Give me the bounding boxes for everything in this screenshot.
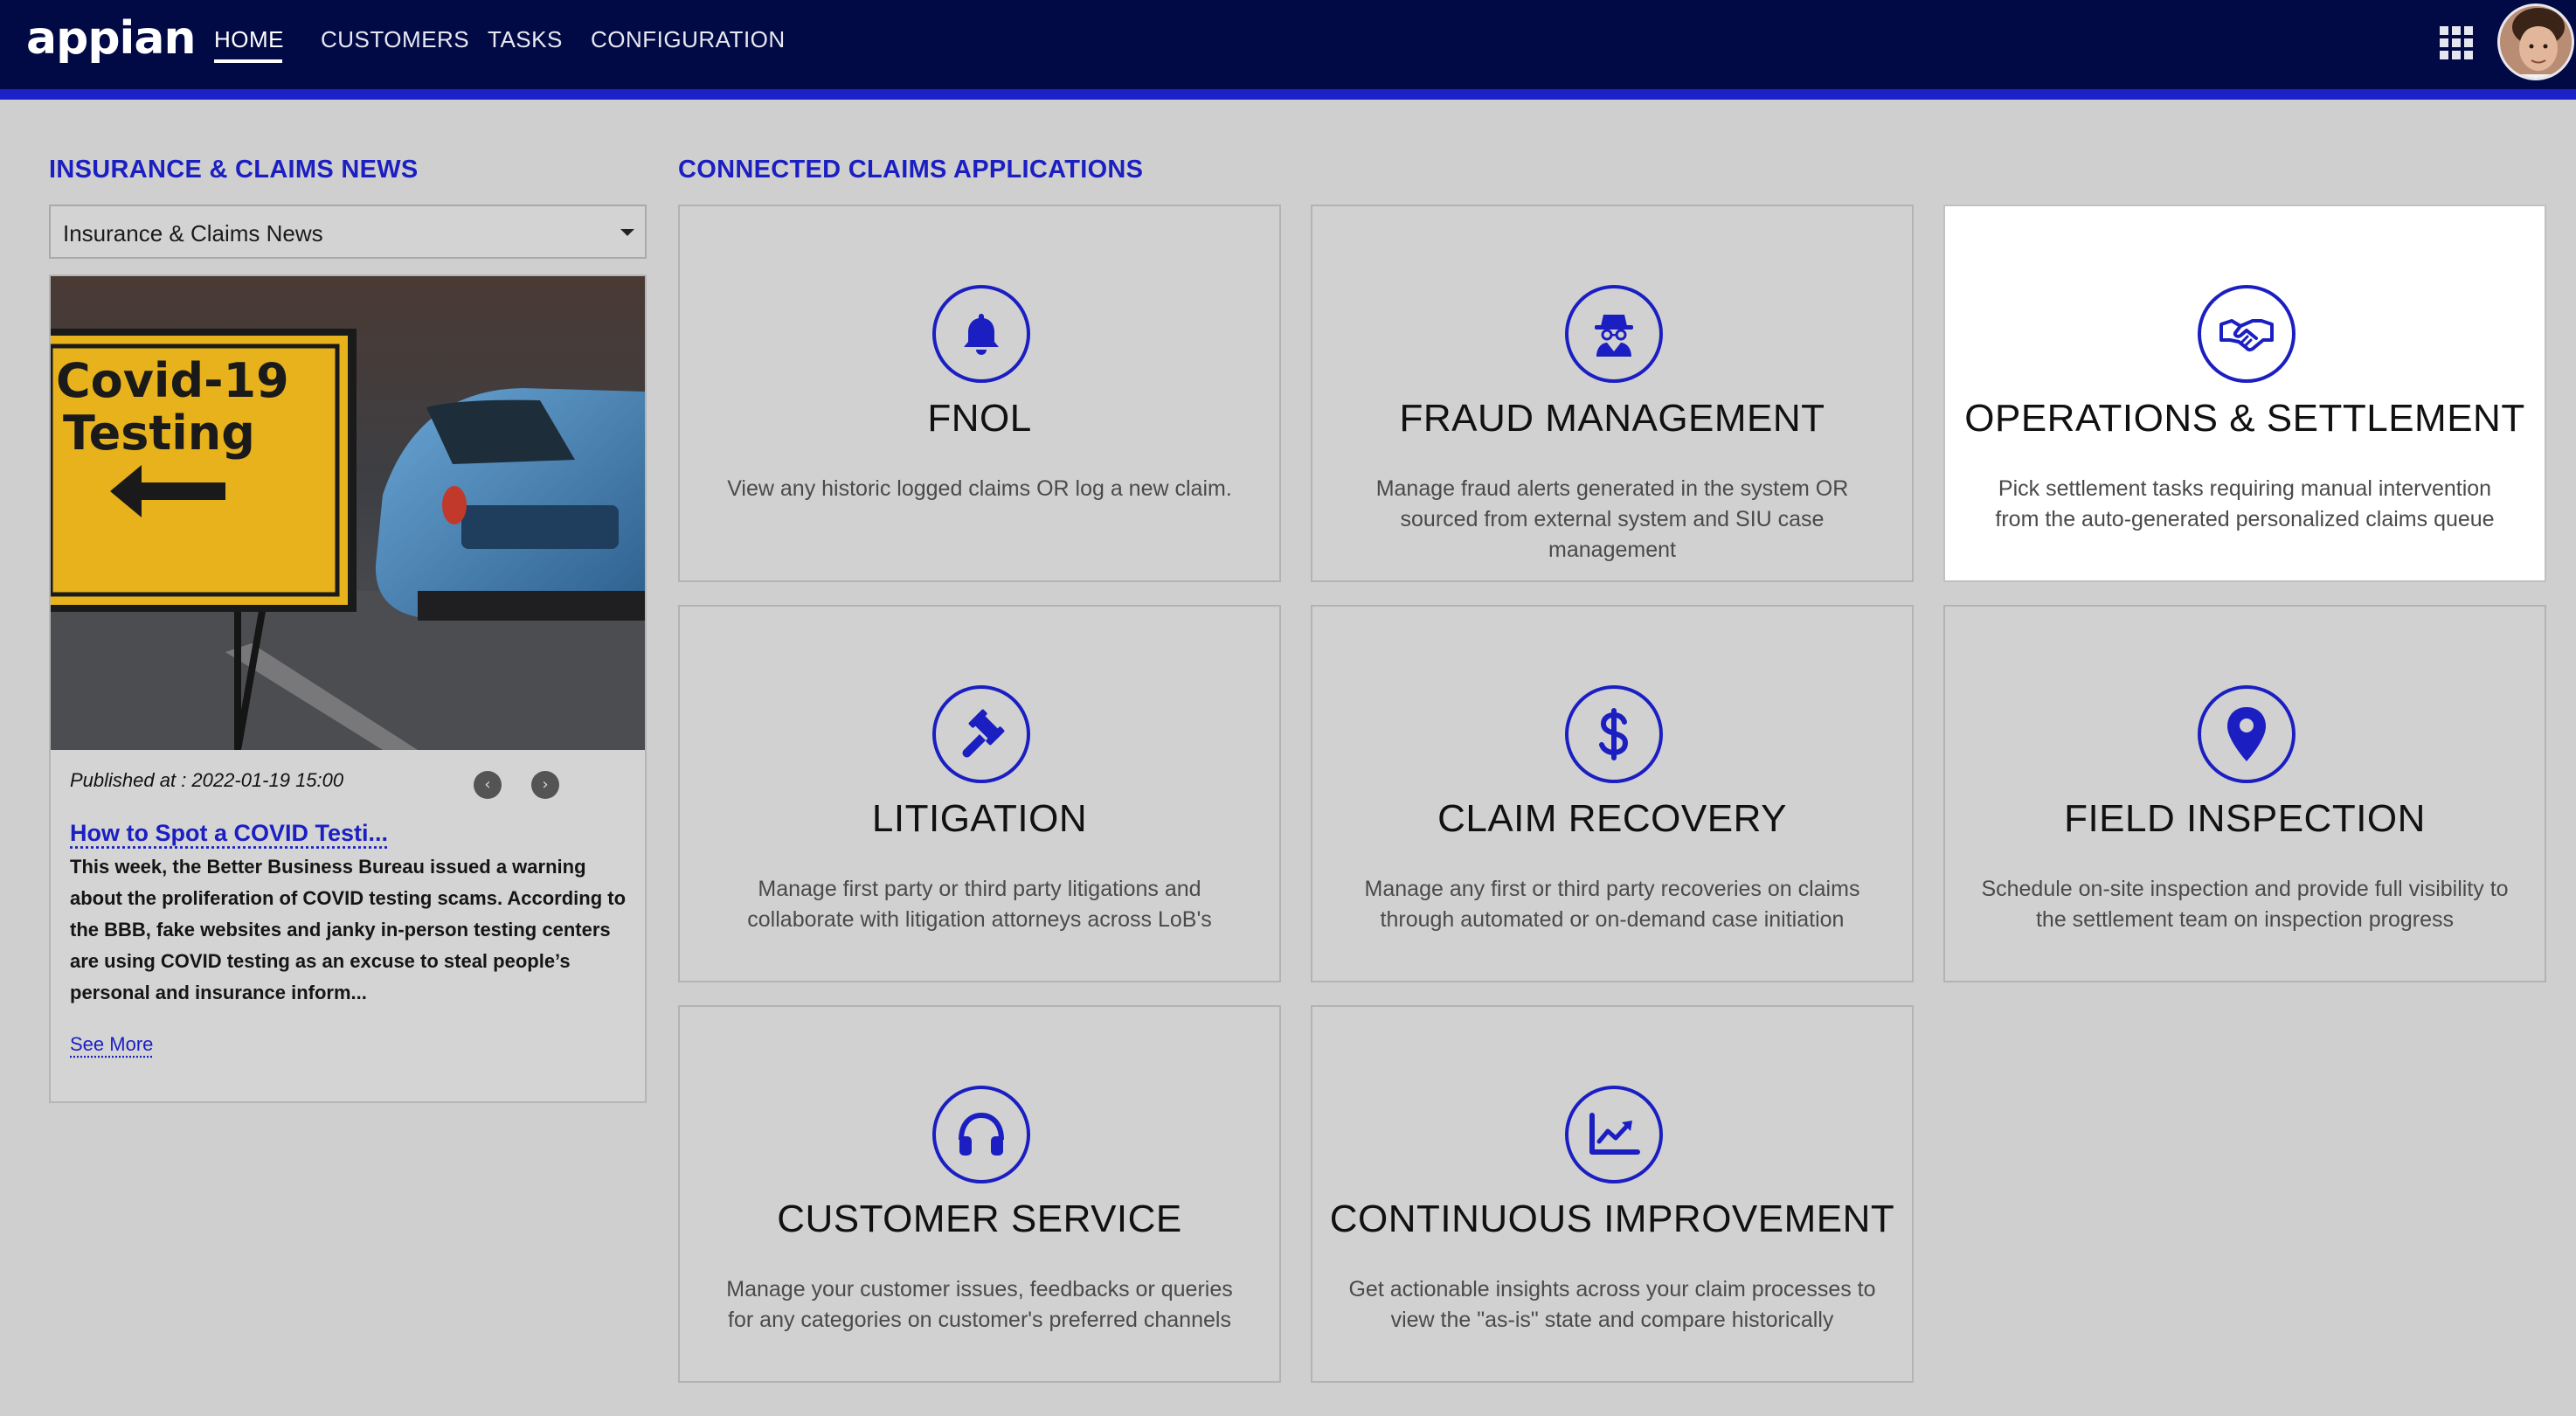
- chevron-right-icon[interactable]: ›: [531, 771, 559, 799]
- app-tile-fnol[interactable]: FNOL View any historic logged claims OR …: [678, 205, 1281, 582]
- news-section-title: INSURANCE & CLAIMS NEWS: [49, 156, 419, 184]
- tab-customers[interactable]: CUSTOMERS: [321, 26, 469, 53]
- sign-text-line-2: Testing: [63, 406, 255, 461]
- chevron-left-icon[interactable]: ‹: [474, 771, 502, 799]
- spy-icon: [1565, 285, 1663, 383]
- apps-section-title: CONNECTED CLAIMS APPLICATIONS: [678, 156, 1144, 184]
- app-tile-operations-settlement[interactable]: OPERATIONS & SETTLEMENT Pick settlement …: [1943, 205, 2546, 582]
- app-tile-description: View any historic logged claims OR log a…: [727, 476, 1232, 501]
- app-tile-title: LITIGATION: [871, 797, 1088, 840]
- app-tile-description: Get actionable insights across your clai…: [1348, 1277, 1876, 1332]
- app-tile-description: Manage fraud alerts generated in the sys…: [1375, 476, 1849, 562]
- app-tile-title: CLAIM RECOVERY: [1437, 797, 1787, 840]
- appian-logo[interactable]: appian: [26, 12, 196, 65]
- headset-icon: [932, 1086, 1030, 1183]
- sign-text-line-1: Covid-19: [56, 353, 289, 408]
- app-tile-description: Manage your customer issues, feedbacks o…: [726, 1277, 1233, 1332]
- app-tile-title: CONTINUOUS IMPROVEMENT: [1329, 1197, 1895, 1240]
- chart-line-icon: [1565, 1086, 1663, 1183]
- bell-icon: [932, 285, 1030, 383]
- user-avatar[interactable]: [2497, 3, 2574, 80]
- app-tile-claim-recovery[interactable]: CLAIM RECOVERY Manage any first or third…: [1311, 605, 1914, 982]
- news-published-date: Published at : 2022-01-19 15:00: [70, 769, 344, 791]
- news-card: Covid-19 Testing Published at : 2022-01-…: [49, 274, 647, 1103]
- app-tile-description: Schedule on-site inspection and provide …: [1981, 877, 2509, 932]
- app-tile-customer-service[interactable]: CUSTOMER SERVICE Manage your customer is…: [678, 1005, 1281, 1383]
- top-nav-bar: appian HOME CUSTOMERS TASKS CONFIGURATIO…: [0, 0, 2576, 89]
- tab-configuration[interactable]: CONFIGURATION: [591, 26, 786, 53]
- news-source-dropdown-value: Insurance & Claims News: [63, 220, 323, 246]
- dollar-icon: [1565, 685, 1663, 783]
- top-accent-stripe: [0, 89, 2576, 100]
- app-tile-litigation[interactable]: LITIGATION Manage first party or third p…: [678, 605, 1281, 982]
- app-tile-field-inspection[interactable]: FIELD INSPECTION Schedule on-site inspec…: [1943, 605, 2546, 982]
- app-tile-title: OPERATIONS & SETTLEMENT: [1964, 397, 2525, 440]
- caret-down-icon: [620, 229, 634, 236]
- gavel-icon: [932, 685, 1030, 783]
- map-pin-icon: [2198, 685, 2296, 783]
- app-tile-description: Manage first party or third party litiga…: [747, 877, 1212, 932]
- news-source-dropdown[interactable]: Insurance & Claims News: [49, 205, 647, 259]
- app-tile-description: Manage any first or third party recoveri…: [1364, 877, 1860, 932]
- tab-home[interactable]: HOME: [214, 26, 284, 53]
- see-more-link[interactable]: See More: [70, 1033, 153, 1056]
- active-tab-indicator: [214, 59, 282, 63]
- handshake-icon: [2198, 285, 2296, 383]
- news-headline-link[interactable]: How to Spot a COVID Testi...: [70, 820, 388, 847]
- tab-tasks[interactable]: TASKS: [488, 26, 563, 53]
- app-tile-title: FNOL: [927, 397, 1032, 440]
- app-launcher-grid-icon[interactable]: [2440, 26, 2475, 59]
- app-tile-title: FIELD INSPECTION: [2064, 797, 2426, 840]
- news-summary: This week, the Better Business Bureau is…: [70, 856, 627, 1003]
- app-tile-title: FRAUD MANAGEMENT: [1399, 397, 1825, 440]
- app-tile-continuous-improvement[interactable]: CONTINUOUS IMPROVEMENT Get actionable in…: [1311, 1005, 1914, 1383]
- app-tile-description: Pick settlement tasks requiring manual i…: [1995, 476, 2495, 531]
- news-image[interactable]: Covid-19 Testing: [51, 276, 645, 750]
- app-tile-fraud-management[interactable]: FRAUD MANAGEMENT Manage fraud alerts gen…: [1311, 205, 1914, 582]
- app-tile-title: CUSTOMER SERVICE: [777, 1197, 1182, 1240]
